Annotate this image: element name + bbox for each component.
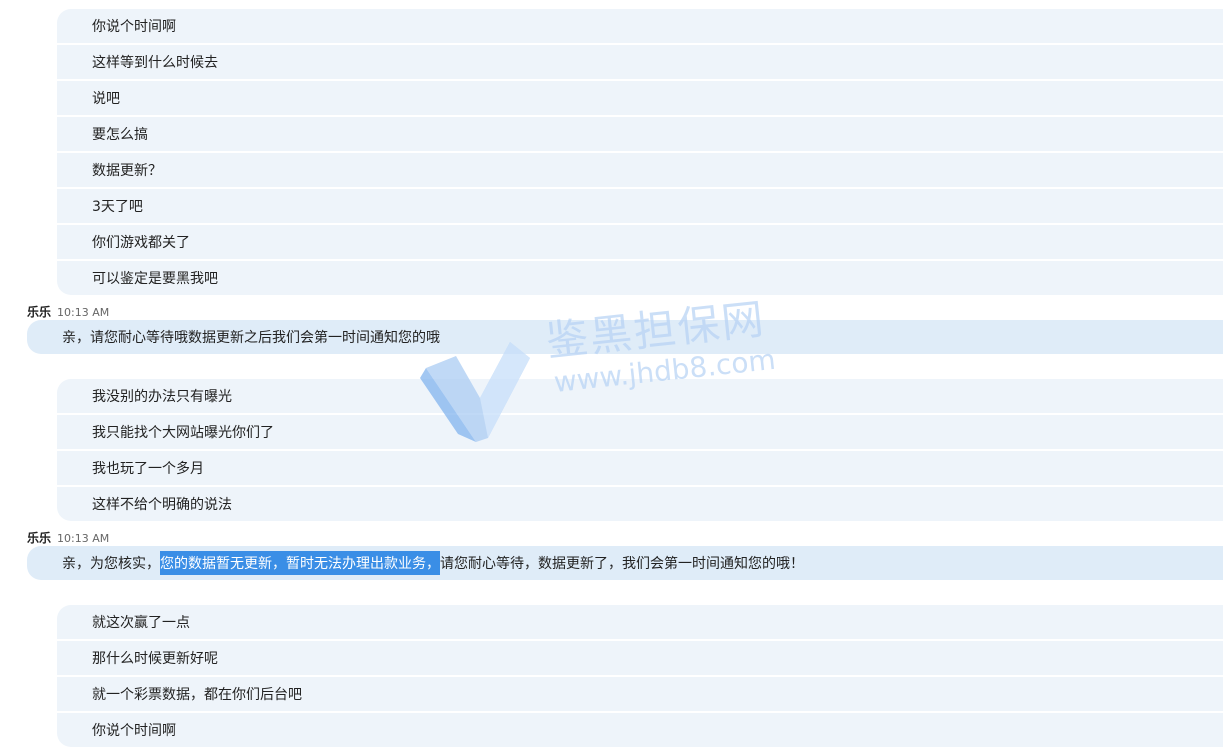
user-message: 数据更新？ <box>57 153 1223 187</box>
user-message: 要怎么搞 <box>57 117 1223 151</box>
selected-text[interactable]: 您的数据暂无更新，暂时无法办理出款业务， <box>160 551 440 575</box>
user-message: 我只能找个大网站曝光你们了 <box>57 415 1223 449</box>
agent-message: 亲，为您核实， 您的数据暂无更新，暂时无法办理出款业务， 请您耐心等待，数据更新了，… <box>27 546 1223 580</box>
user-message: 我也玩了一个多月 <box>57 451 1223 485</box>
user-message: 那什么时候更新好呢 <box>57 641 1223 675</box>
agent-message-header: 乐乐 10:13 AM <box>27 529 109 546</box>
agent-name: 乐乐 <box>27 305 52 319</box>
chat-transcript: 你说个时间啊 这样等到什么时候去 说吧 要怎么搞 数据更新？ 3天了吧 你们游戏… <box>0 0 1223 749</box>
user-message-group: 我没别的办法只有曝光 我只能找个大网站曝光你们了 我也玩了一个多月 这样不给个明… <box>57 379 1223 521</box>
message-timestamp: 10:13 AM <box>57 306 110 319</box>
agent-name: 乐乐 <box>27 531 52 545</box>
user-message: 我没别的办法只有曝光 <box>57 379 1223 413</box>
user-message: 3天了吧 <box>57 189 1223 223</box>
user-message-group: 你说个时间啊 这样等到什么时候去 说吧 要怎么搞 数据更新？ 3天了吧 你们游戏… <box>57 9 1223 295</box>
user-message: 你说个时间啊 <box>57 9 1223 43</box>
user-message: 这样不给个明确的说法 <box>57 487 1223 521</box>
user-message-group: 就这次赢了一点 那什么时候更新好呢 就一个彩票数据，都在你们后台吧 你说个时间啊 <box>57 605 1223 747</box>
agent-message-header: 乐乐 10:13 AM <box>27 303 109 320</box>
message-timestamp: 10:13 AM <box>57 532 110 545</box>
user-message: 就一个彩票数据，都在你们后台吧 <box>57 677 1223 711</box>
user-message: 这样等到什么时候去 <box>57 45 1223 79</box>
user-message: 你们游戏都关了 <box>57 225 1223 259</box>
user-message: 你说个时间啊 <box>57 713 1223 747</box>
user-message: 说吧 <box>57 81 1223 115</box>
user-message: 可以鉴定是要黑我吧 <box>57 261 1223 295</box>
user-message: 就这次赢了一点 <box>57 605 1223 639</box>
agent-message: 亲，请您耐心等待哦数据更新之后我们会第一时间通知您的哦 <box>27 320 1223 354</box>
